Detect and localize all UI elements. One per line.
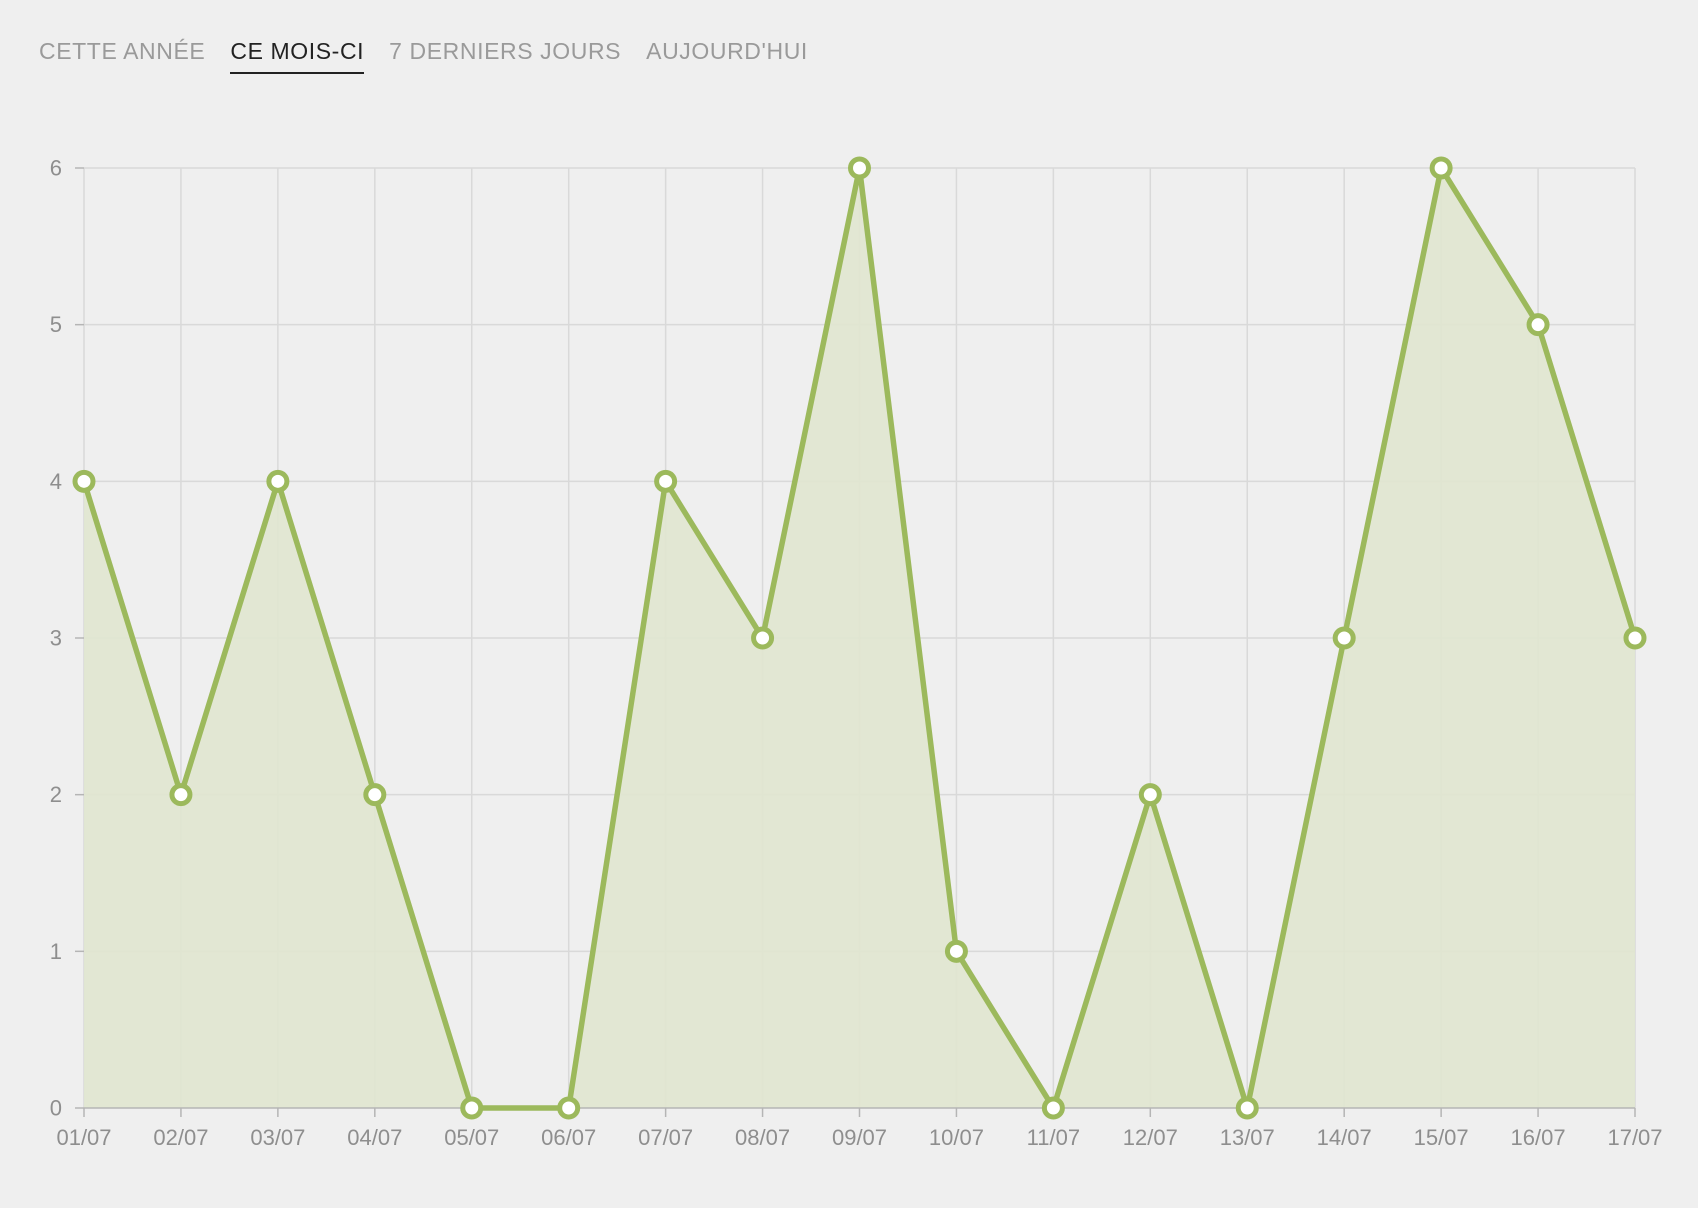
data-point-02-07 xyxy=(169,783,193,807)
line-chart: 0 1 2 3 4 5 6 01/07 02/07 03/07 04/07 05/07 06/07 07/… xyxy=(50,156,1663,1151)
data-point-05-07 xyxy=(460,1096,484,1120)
x-tick-label-11: 12/07 xyxy=(1123,1125,1178,1150)
y-tick-label-5: 5 xyxy=(50,312,62,337)
y-tick-label-2: 2 xyxy=(50,782,62,807)
data-point-01-07 xyxy=(72,469,96,493)
data-point-13-07 xyxy=(1235,1096,1259,1120)
x-tick-label-2: 03/07 xyxy=(250,1125,305,1150)
data-point-09-07 xyxy=(848,156,871,180)
data-point-04-07 xyxy=(363,783,387,807)
data-point-12-07 xyxy=(1138,783,1162,807)
data-point-03-07 xyxy=(266,469,290,493)
y-tick-label-0: 0 xyxy=(50,1096,62,1121)
area-fill-layer xyxy=(84,168,1635,1108)
area-fill xyxy=(84,168,1635,1108)
x-tick-label-16: 17/07 xyxy=(1607,1125,1662,1150)
data-point-17-07 xyxy=(1623,626,1647,650)
x-tick-label-14: 15/07 xyxy=(1414,1125,1469,1150)
data-point-16-07 xyxy=(1526,313,1550,337)
x-tick-label-10: 11/07 xyxy=(1027,1125,1080,1150)
y-tick-label-6: 6 xyxy=(50,156,62,181)
x-tick-label-8: 09/07 xyxy=(832,1125,887,1150)
data-point-07-07 xyxy=(654,469,678,493)
x-tick-label-7: 08/07 xyxy=(735,1125,790,1150)
data-point-10-07 xyxy=(944,939,968,963)
y-tick-label-4: 4 xyxy=(50,469,62,494)
y-tick-label-3: 3 xyxy=(50,626,62,651)
x-tick-label-13: 14/07 xyxy=(1317,1125,1372,1150)
x-tick-label-9: 10/07 xyxy=(929,1125,984,1150)
x-tick-label-0: 01/07 xyxy=(56,1125,111,1150)
x-tick-label-1: 02/07 xyxy=(153,1125,208,1150)
x-tick-label-15: 16/07 xyxy=(1511,1125,1566,1150)
data-point-14-07 xyxy=(1332,626,1356,650)
data-point-08-07 xyxy=(751,626,775,650)
data-point-06-07 xyxy=(557,1096,581,1120)
y-tick-label-1: 1 xyxy=(50,939,62,964)
data-point-15-07 xyxy=(1429,156,1453,180)
x-tick-label-6: 07/07 xyxy=(638,1125,693,1150)
x-tick-label-12: 13/07 xyxy=(1220,1125,1275,1150)
x-tick-label-3: 04/07 xyxy=(347,1125,402,1150)
data-point-11-07 xyxy=(1041,1096,1065,1120)
x-tick-label-4: 05/07 xyxy=(444,1125,499,1150)
x-tick-label-5: 06/07 xyxy=(541,1125,596,1150)
